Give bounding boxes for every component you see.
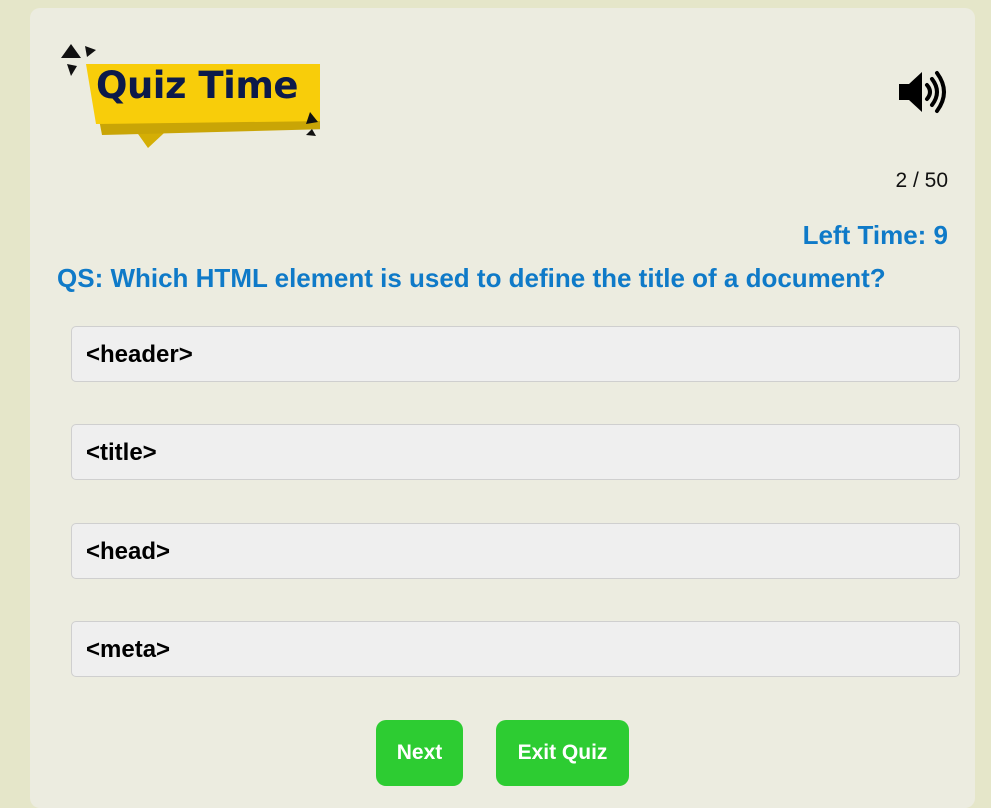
question-text: QS: Which HTML element is used to define… (57, 263, 886, 293)
question-counter: 2 / 50 (895, 169, 948, 192)
answer-option-3[interactable]: <head> (71, 523, 960, 579)
answer-option-label: <title> (86, 439, 157, 466)
time-left-label: Left Time: 9 (802, 220, 948, 250)
sound-toggle-button[interactable] (898, 70, 950, 114)
answer-option-label: <meta> (86, 636, 171, 663)
answer-option-2[interactable]: <title> (71, 424, 960, 480)
answer-option-label: <header> (86, 341, 193, 368)
logo-title: Quiz Time (96, 64, 298, 107)
answer-option-4[interactable]: <meta> (71, 621, 960, 677)
answer-option-label: <head> (86, 538, 171, 565)
speaker-volume-icon (899, 71, 946, 113)
quiz-card: Quiz Time 2 / 50 Left Time: 9 QS: Which … (30, 8, 975, 808)
answer-option-1[interactable]: <header> (71, 326, 960, 382)
quiz-time-logo: Quiz Time (58, 36, 320, 151)
next-button[interactable]: Next (376, 720, 463, 786)
exit-quiz-button[interactable]: Exit Quiz (496, 720, 629, 786)
